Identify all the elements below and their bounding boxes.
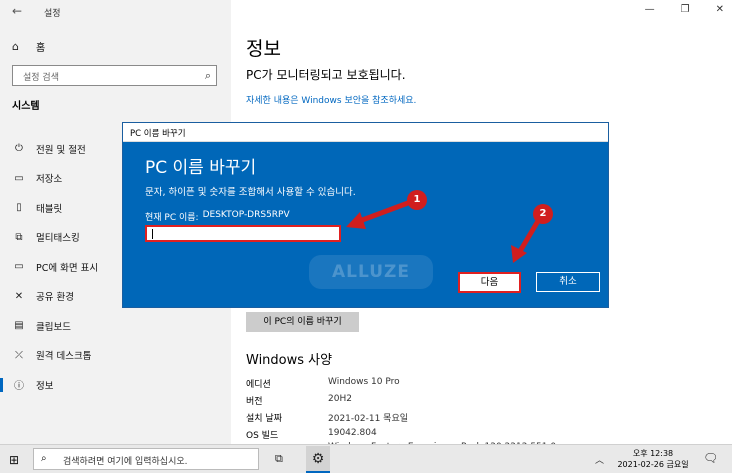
next-button[interactable]: 다음 (458, 272, 521, 293)
spec-key: 설치 날짜 (246, 414, 282, 424)
spec-key: 버전 (246, 397, 263, 407)
tablet-icon: ▯ (16, 202, 22, 214)
spec-row: 버전 20H2 (246, 394, 352, 407)
sidebar-item-label: PC에 화면 표시 (36, 262, 99, 274)
sidebar-item-label: 저장소 (36, 174, 63, 186)
security-link[interactable]: 자세한 내용은 Windows 보안을 참조하세요. (246, 93, 416, 106)
text-caret (152, 229, 153, 239)
search-icon: ⌕ (41, 453, 47, 464)
dialog-description: 문자, 하이픈 및 숫자를 조합해서 사용할 수 있습니다. (145, 187, 356, 198)
settings-gear-icon[interactable]: ⚙ (306, 446, 330, 473)
current-pc-name-value: DESKTOP-DRS5RPV (202, 210, 290, 220)
windows-start-icon[interactable]: ⊞ (9, 453, 19, 467)
app-title: 설정 (44, 9, 61, 19)
sidebar-item-label: 태블릿 (36, 203, 63, 215)
system-clock[interactable]: 오후 12:38 2021-02-26 금요일 (614, 448, 692, 470)
chevron-up-icon[interactable]: ︿ (595, 453, 604, 466)
info-icon: ⓘ (14, 381, 24, 393)
back-arrow-icon[interactable]: ← (12, 4, 22, 18)
spec-value: 20H2 (328, 394, 352, 404)
current-pc-name: 현재 PC 이름: DESKTOP-DRS5RPV (145, 210, 290, 223)
section-title: 시스템 (12, 101, 40, 112)
current-pc-name-label: 현재 PC 이름: (145, 213, 199, 223)
page-title: 정보 (246, 38, 281, 60)
shared-experiences-icon: ✕ (14, 290, 24, 302)
close-icon[interactable]: ✕ (716, 4, 724, 15)
taskbar-search-placeholder: 검색하려면 여기에 입력하십시오. (63, 457, 188, 467)
notification-icon[interactable]: 🗨 (703, 451, 718, 465)
storage-icon: ▭ (14, 172, 24, 184)
search-placeholder: 설정 검색 (23, 73, 59, 83)
cancel-button[interactable]: 취소 (536, 272, 600, 292)
dialog-window-title: PC 이름 바꾸기 (130, 129, 186, 139)
protection-status: PC가 모니터링되고 보호됩니다. (246, 68, 406, 82)
sidebar-item-label: 멀티태스킹 (36, 233, 80, 245)
power-icon: ⏻ (15, 143, 23, 155)
taskbar-search-input[interactable]: ⌕ 검색하려면 여기에 입력하십시오. (33, 448, 259, 470)
new-pc-name-input[interactable] (145, 225, 341, 242)
project-icon: ▭ (14, 261, 24, 273)
sidebar-home[interactable]: ⌂ 홈 (12, 38, 45, 54)
sidebar-item-label: 공유 환경 (36, 292, 74, 304)
spec-value: 2021-02-11 목요일 (328, 414, 409, 424)
spec-value: 19042.804 (328, 428, 377, 438)
sidebar-item-clipboard[interactable]: ▤ 클립보드 (0, 311, 231, 341)
spec-title: Windows 사양 (246, 353, 333, 368)
sidebar-item-label: 전원 및 절전 (36, 144, 86, 156)
watermark: ALLUZE (309, 255, 433, 289)
clock-date: 2021-02-26 금요일 (617, 460, 689, 469)
sidebar-item-label: 원격 데스크톱 (36, 351, 92, 363)
spec-row: 에디션 Windows 10 Pro (246, 377, 400, 390)
sidebar-item-label: 클립보드 (36, 321, 71, 333)
home-icon: ⌂ (12, 39, 19, 53)
taskbar: ⊞ ⌕ 검색하려면 여기에 입력하십시오. ⧉ ⚙ ︿ 오후 12:38 202… (0, 444, 732, 473)
search-icon: ⌕ (204, 69, 211, 82)
sidebar-item-remote-desktop[interactable]: ⤫ 원격 데스크톱 (0, 341, 231, 371)
maximize-icon[interactable]: ❐ (681, 4, 690, 15)
dialog-title-bar: PC 이름 바꾸기 (123, 123, 608, 142)
task-view-icon[interactable]: ⧉ (275, 452, 283, 466)
clipboard-icon: ▤ (14, 320, 24, 332)
spec-key: 에디션 (246, 380, 271, 390)
remote-desktop-icon: ⤫ (15, 349, 23, 361)
step-1-badge: 1 (407, 190, 427, 210)
sidebar-item-info[interactable]: ⓘ 정보 (0, 370, 231, 400)
step-2-badge: 2 (533, 204, 553, 224)
spec-key: OS 빌드 (246, 431, 279, 441)
clock-time: 오후 12:38 (632, 449, 674, 458)
spec-row: 설치 날짜 2021-02-11 목요일 (246, 411, 408, 424)
rename-pc-button[interactable]: 이 PC의 이름 바꾸기 (246, 312, 359, 332)
window-controls: — ❐ ✕ (645, 4, 724, 15)
minimize-icon[interactable]: — (645, 4, 655, 15)
title-bar: ← 설정 (0, 0, 231, 26)
spec-value: Windows 10 Pro (328, 377, 400, 387)
home-label: 홈 (36, 42, 46, 54)
settings-search-input[interactable]: 설정 검색 ⌕ (12, 65, 217, 86)
dialog-heading: PC 이름 바꾸기 (145, 158, 257, 178)
spec-row: OS 빌드 19042.804 (246, 428, 377, 441)
multitasking-icon: ⧉ (15, 231, 23, 243)
sidebar-item-label: 정보 (36, 380, 54, 392)
